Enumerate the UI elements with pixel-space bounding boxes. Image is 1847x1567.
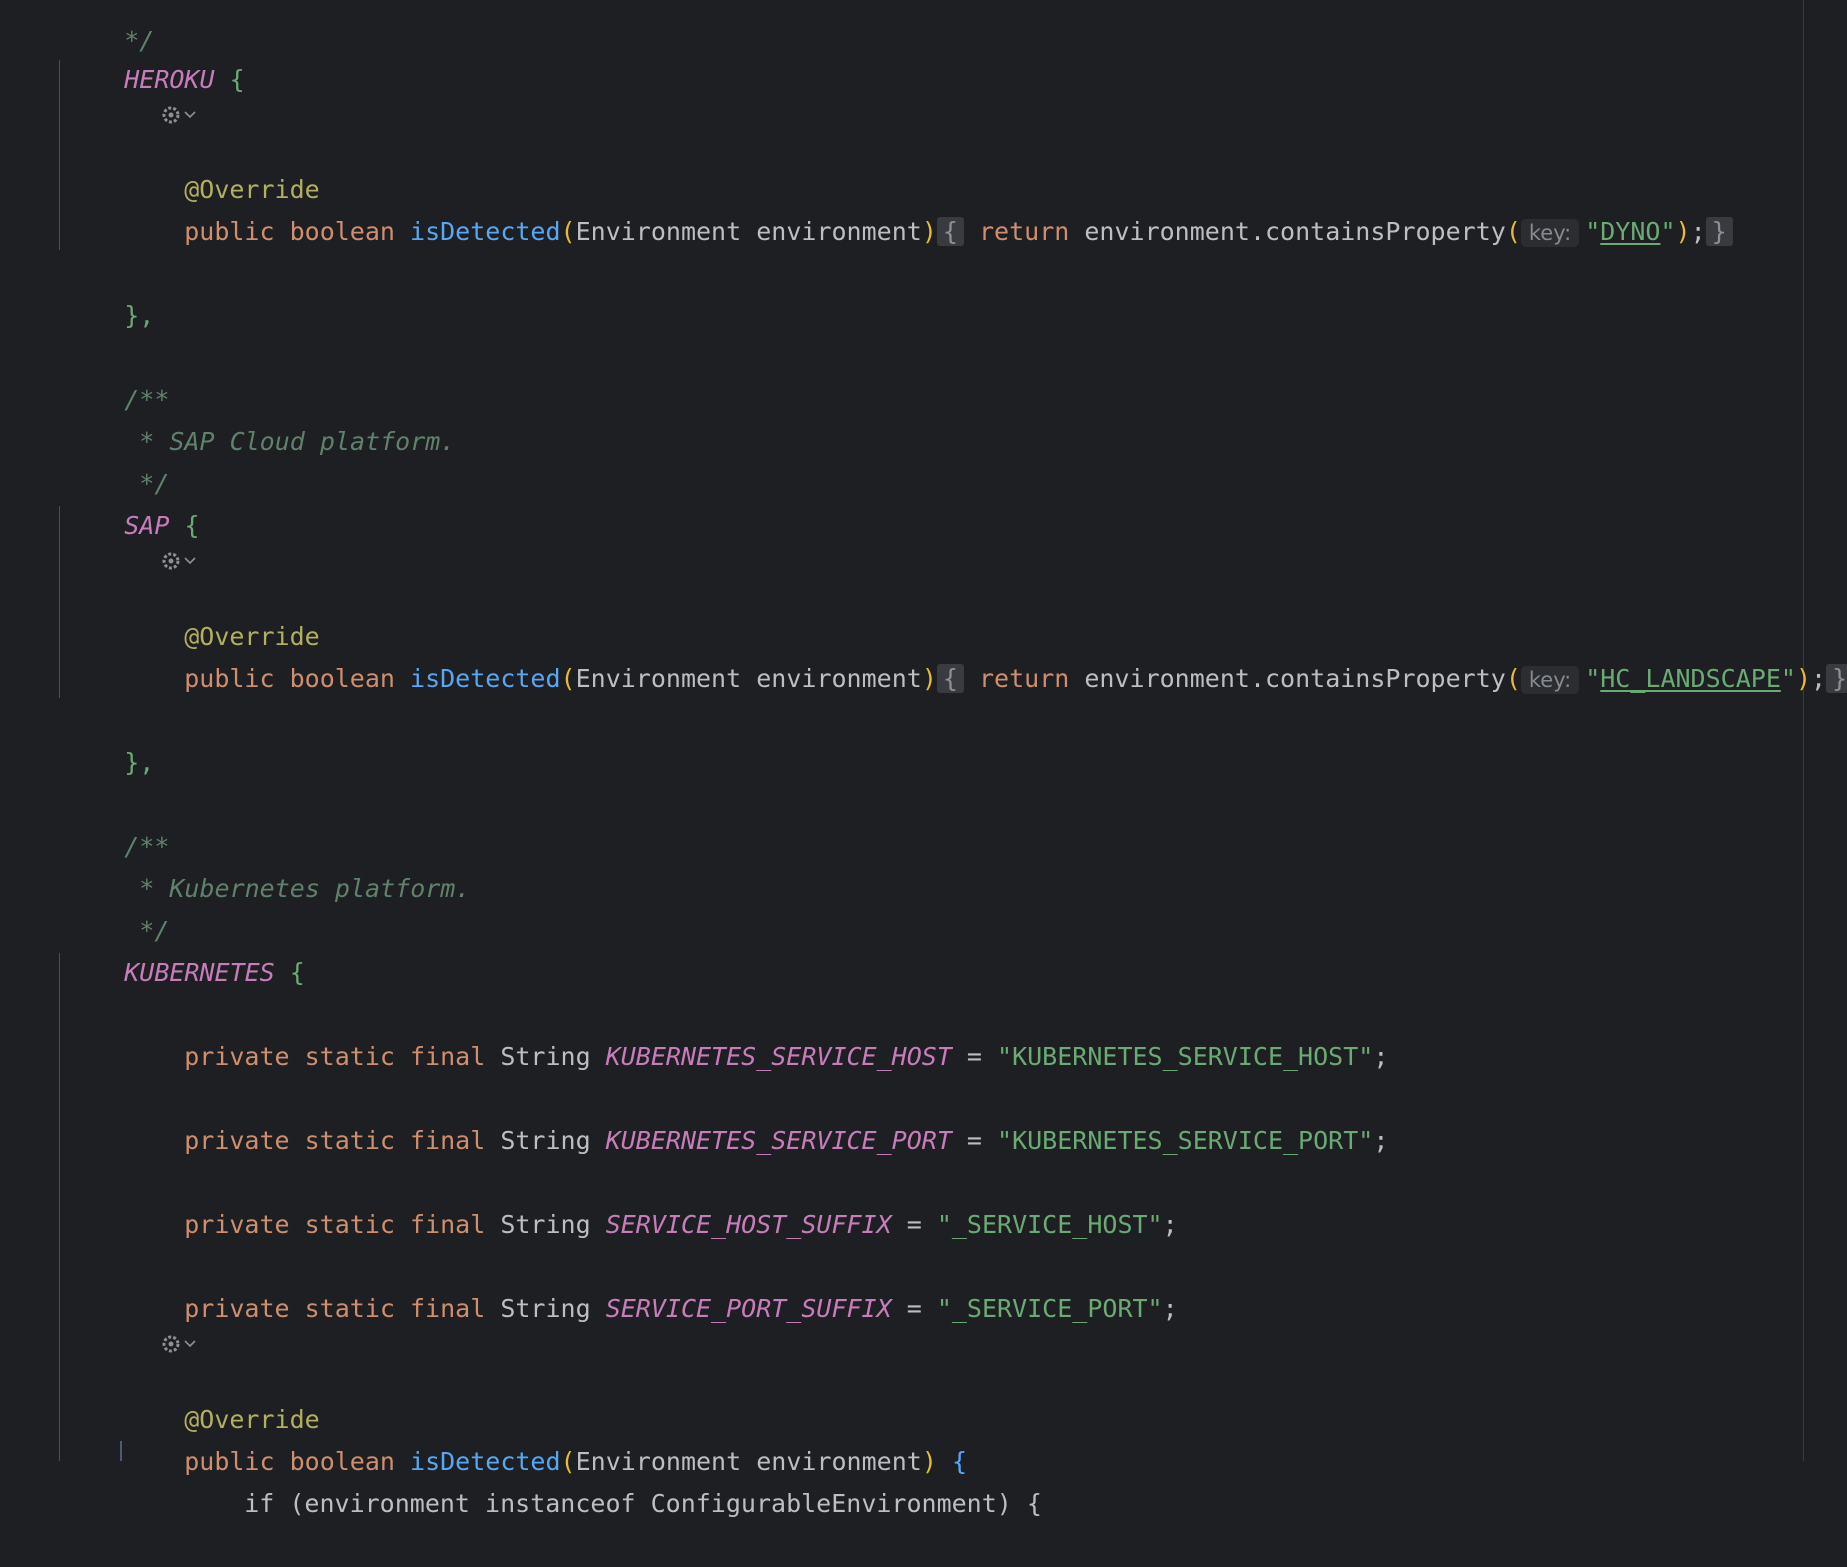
code-line[interactable]: /** xyxy=(64,337,169,414)
field-name: SERVICE_HOST_SUFFIX xyxy=(605,1210,892,1239)
enum-constant-sap: SAP xyxy=(124,511,170,540)
keyword-boolean: boolean xyxy=(289,217,395,246)
paren: ( xyxy=(1505,664,1521,693)
scrollbar-track[interactable] xyxy=(1803,0,1804,1461)
field-type: String xyxy=(500,1294,591,1323)
code-line[interactable]: KUBERNETES { xyxy=(64,910,305,987)
override-gutter-marker[interactable] xyxy=(160,546,196,576)
param-hint: key: xyxy=(1520,219,1580,247)
indent-guide xyxy=(120,1441,122,1461)
param-type: Environment xyxy=(575,664,742,693)
code-line[interactable]: if (environment instanceof ConfigurableE… xyxy=(184,1441,1042,1518)
field-name: SERVICE_PORT_SUFFIX xyxy=(605,1294,892,1323)
keyword-public: public xyxy=(184,217,275,246)
fold-marker-open[interactable]: { xyxy=(936,217,964,246)
code-line[interactable]: @Override xyxy=(124,127,319,204)
gear-icon[interactable] xyxy=(160,1333,182,1355)
string-literal: "DYNO" xyxy=(1585,217,1676,246)
paren: ( xyxy=(560,217,576,246)
closing-brace: }, xyxy=(124,748,155,777)
code-line[interactable]: /** xyxy=(64,784,169,861)
field-value: "_SERVICE_PORT" xyxy=(936,1294,1163,1323)
code-editor[interactable]: */ HEROKU { @Override public boolean isD… xyxy=(0,0,1847,1518)
gear-icon[interactable] xyxy=(160,550,182,572)
paren: ( xyxy=(1505,217,1521,246)
method-call: environment.containsProperty xyxy=(1084,664,1506,693)
fold-marker-close[interactable]: } xyxy=(1705,217,1733,246)
method-call: environment.containsProperty xyxy=(1084,217,1506,246)
string-literal: "HC_LANDSCAPE" xyxy=(1585,664,1796,693)
keyword-return: return xyxy=(979,217,1070,246)
code-line[interactable]: */ xyxy=(64,421,169,498)
param-type: Environment xyxy=(575,217,742,246)
code-line[interactable]: private static final String SERVICE_PORT… xyxy=(124,1246,1177,1323)
string-value[interactable]: DYNO xyxy=(1600,217,1660,246)
paren: ) xyxy=(921,217,937,246)
field-modifiers: private static final xyxy=(184,1042,486,1071)
field-modifiers: private static final xyxy=(184,1126,486,1155)
closing-brace: }, xyxy=(124,301,155,330)
code-line[interactable]: HEROKU { xyxy=(64,17,244,94)
indent-guide xyxy=(59,60,60,250)
param-name: environment xyxy=(756,217,922,246)
doc-comment-text: * SAP Cloud platform. xyxy=(124,427,456,456)
override-gutter-marker[interactable] xyxy=(160,1329,196,1359)
code-line[interactable]: }, xyxy=(64,253,154,330)
chevron-down-icon[interactable] xyxy=(184,110,196,120)
field-type: String xyxy=(500,1042,591,1071)
field-value: "_SERVICE_HOST" xyxy=(936,1210,1163,1239)
paren: ) xyxy=(921,664,937,693)
code-line[interactable]: public boolean isDetected(Environment en… xyxy=(124,616,1847,694)
paren: ) xyxy=(1795,664,1811,693)
field-value: "KUBERNETES_SERVICE_PORT" xyxy=(997,1126,1374,1155)
code-line[interactable]: public boolean isDetected(Environment en… xyxy=(124,169,1733,247)
param-name: environment xyxy=(756,664,922,693)
code-line[interactable]: private static final String SERVICE_HOST… xyxy=(124,1162,1177,1239)
indent-guide xyxy=(59,953,60,1461)
keyword-public: public xyxy=(184,664,275,693)
field-type: String xyxy=(500,1126,591,1155)
fold-marker-open[interactable]: { xyxy=(936,664,964,693)
brace: { xyxy=(289,958,305,987)
field-name: KUBERNETES_SERVICE_PORT xyxy=(605,1126,952,1155)
paren: ) xyxy=(1675,217,1691,246)
field-modifiers: private static final xyxy=(184,1294,486,1323)
code-line[interactable]: */ xyxy=(64,868,169,945)
chevron-down-icon[interactable] xyxy=(184,1339,196,1349)
field-value: "KUBERNETES_SERVICE_HOST" xyxy=(997,1042,1374,1071)
paren: ( xyxy=(560,664,576,693)
code-line[interactable]: @Override xyxy=(124,1357,319,1434)
code-line[interactable]: * Kubernetes platform. xyxy=(64,826,470,903)
keyword-boolean: boolean xyxy=(289,664,395,693)
code-line[interactable]: }, xyxy=(64,700,154,777)
chevron-down-icon[interactable] xyxy=(184,556,196,566)
enum-constant-kubernetes: KUBERNETES xyxy=(124,958,275,987)
code-line[interactable]: * SAP Cloud platform. xyxy=(64,379,455,456)
brace: { xyxy=(184,511,200,540)
method-name: isDetected xyxy=(410,217,561,246)
code-line[interactable]: @Override xyxy=(124,574,319,651)
indent-guide xyxy=(59,506,60,698)
brace: { xyxy=(229,65,245,94)
keyword-return: return xyxy=(979,664,1070,693)
method-name: isDetected xyxy=(410,664,561,693)
override-gutter-marker[interactable] xyxy=(160,100,196,130)
doc-comment-text: * Kubernetes platform. xyxy=(124,874,471,903)
if-statement: if (environment instanceof ConfigurableE… xyxy=(244,1489,1042,1518)
field-modifiers: private static final xyxy=(184,1210,486,1239)
code-line[interactable]: private static final String KUBERNETES_S… xyxy=(124,1078,1388,1155)
code-line[interactable]: private static final String KUBERNETES_S… xyxy=(124,994,1388,1071)
code-line[interactable]: SAP { xyxy=(64,463,199,540)
code-line[interactable]: public boolean isDetected(Environment en… xyxy=(124,1399,967,1476)
field-name: KUBERNETES_SERVICE_HOST xyxy=(605,1042,952,1071)
string-value[interactable]: HC_LANDSCAPE xyxy=(1600,664,1781,693)
field-type: String xyxy=(500,1210,591,1239)
param-hint: key: xyxy=(1520,666,1580,694)
fold-marker-close[interactable]: } xyxy=(1826,664,1847,693)
gear-icon[interactable] xyxy=(160,104,182,126)
enum-constant-heroku: HEROKU xyxy=(124,65,215,94)
